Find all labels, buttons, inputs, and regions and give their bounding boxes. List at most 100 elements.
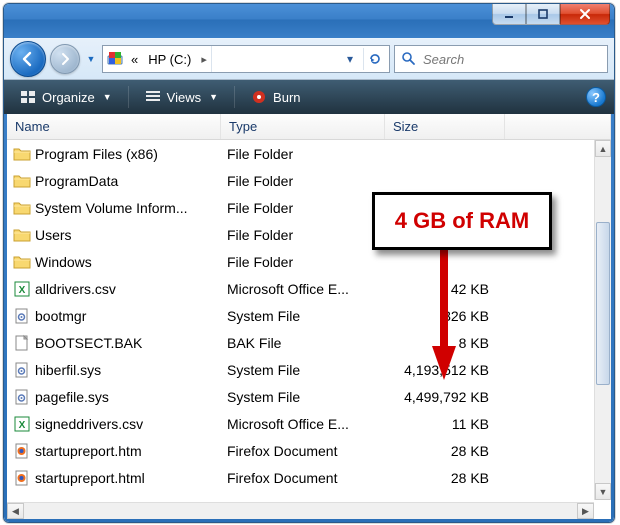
file-type: System File — [221, 302, 385, 329]
folder-icon — [13, 145, 31, 163]
scroll-track[interactable] — [595, 157, 611, 483]
breadcrumb-prefix: « — [127, 46, 144, 72]
file-size — [385, 167, 505, 194]
sys-icon — [13, 388, 31, 406]
horizontal-scrollbar[interactable]: ◀ ▶ — [7, 502, 594, 519]
folder-icon — [13, 253, 31, 271]
close-button[interactable] — [560, 3, 610, 25]
scroll-up-arrow-icon[interactable]: ▲ — [595, 140, 611, 157]
file-row[interactable]: Windows File Folder — [7, 248, 611, 275]
file-row[interactable]: ProgramData File Folder — [7, 167, 611, 194]
scroll-down-arrow-icon[interactable]: ▼ — [595, 483, 611, 500]
search-icon — [401, 51, 417, 67]
excel-icon: X — [13, 415, 31, 433]
file-row[interactable]: startupreport.htmFirefox Document28 KB — [7, 437, 611, 464]
column-header-type[interactable]: Type — [221, 114, 385, 139]
organize-label: Organize — [42, 90, 95, 105]
burn-icon — [251, 89, 267, 105]
file-name: hiberfil.sys — [35, 362, 101, 378]
file-icon — [13, 334, 31, 352]
file-row[interactable]: Program Files (x86)File Folder — [7, 140, 611, 167]
file-name: Program Files (x86) — [35, 146, 158, 162]
back-button[interactable] — [10, 41, 46, 77]
file-type: File Folder — [221, 167, 385, 194]
file-type: File Folder — [221, 194, 385, 221]
window-controls — [492, 3, 610, 25]
refresh-button[interactable] — [363, 48, 385, 70]
scroll-thumb[interactable] — [596, 222, 610, 385]
file-type: File Folder — [221, 248, 385, 275]
help-button[interactable]: ? — [586, 87, 606, 107]
address-bar-buttons: ▾ — [211, 46, 389, 72]
scroll-track[interactable] — [24, 503, 577, 519]
file-row[interactable]: startupreport.html Firefox Document28 KB — [7, 464, 611, 491]
breadcrumb-arrow-icon[interactable]: ▸ — [197, 53, 211, 66]
file-row[interactable]: bootmgrSystem File326 KB — [7, 302, 611, 329]
chevron-down-icon: ▼ — [103, 92, 112, 102]
burn-button[interactable]: Burn — [243, 85, 308, 109]
vertical-scrollbar[interactable]: ▲ ▼ — [594, 140, 611, 500]
file-row[interactable]: BOOTSECT.BAKBAK File8 KB — [7, 329, 611, 356]
file-type: BAK File — [221, 329, 385, 356]
title-bar — [4, 4, 614, 38]
sys-icon — [13, 307, 31, 325]
file-name: System Volume Inform... — [35, 200, 188, 216]
forward-button[interactable] — [50, 44, 80, 74]
annotation-callout: 4 GB of RAM — [372, 192, 552, 250]
column-header-size[interactable]: Size — [385, 114, 505, 139]
file-type: Firefox Document — [221, 437, 385, 464]
file-size: 11 KB — [385, 410, 505, 437]
file-name: alldrivers.csv — [35, 281, 116, 297]
address-dropdown-icon[interactable]: ▾ — [339, 48, 361, 70]
explorer-window: ▼ « HP (C:) ▸ ▾ — [3, 3, 615, 523]
svg-text:X: X — [19, 285, 26, 296]
nav-history-dropdown[interactable]: ▼ — [84, 48, 98, 70]
help-icon: ? — [592, 90, 600, 105]
toolbar-separator — [128, 86, 129, 108]
file-name: Windows — [35, 254, 92, 270]
column-header-spacer — [505, 114, 611, 139]
views-menu[interactable]: Views ▼ — [137, 85, 226, 109]
file-name: Users — [35, 227, 72, 243]
burn-label: Burn — [273, 90, 300, 105]
column-header-name[interactable]: Name — [7, 114, 221, 139]
file-name: signeddrivers.csv — [35, 416, 143, 432]
annotation-text: 4 GB of RAM — [395, 208, 529, 234]
file-name: BOOTSECT.BAK — [35, 335, 142, 351]
search-placeholder: Search — [423, 52, 464, 67]
file-name: startupreport.htm — [35, 443, 142, 459]
chevron-down-icon: ▼ — [209, 92, 218, 102]
maximize-button[interactable] — [526, 3, 560, 25]
scroll-right-arrow-icon[interactable]: ▶ — [577, 503, 594, 519]
command-bar: Organize ▼ Views ▼ Burn ? — [4, 80, 614, 114]
file-row[interactable]: Xalldrivers.csvMicrosoft Office E...42 K… — [7, 275, 611, 302]
file-type: Firefox Document — [221, 464, 385, 491]
minimize-button[interactable] — [492, 3, 526, 25]
file-name: pagefile.sys — [35, 389, 109, 405]
address-bar[interactable]: « HP (C:) ▸ ▾ — [102, 45, 390, 73]
search-box[interactable]: Search — [394, 45, 608, 73]
file-type: Microsoft Office E... — [221, 410, 385, 437]
file-size: 28 KB — [385, 464, 505, 491]
column-headers: Name Type Size — [7, 114, 611, 140]
breadcrumb-location[interactable]: HP (C:) — [144, 46, 197, 72]
file-type: File Folder — [221, 221, 385, 248]
file-name: bootmgr — [35, 308, 86, 324]
views-icon — [145, 89, 161, 105]
file-type: Microsoft Office E... — [221, 275, 385, 302]
annotation-arrow-icon — [432, 250, 456, 380]
organize-icon — [20, 89, 36, 105]
file-name: startupreport.html — [35, 470, 145, 486]
file-type: System File — [221, 356, 385, 383]
file-row[interactable]: Xsigneddrivers.csv Microsoft Office E...1… — [7, 410, 611, 437]
toolbar-separator — [234, 86, 235, 108]
file-row[interactable]: hiberfil.sysSystem File4,193,512 KB — [7, 356, 611, 383]
folder-icon — [13, 172, 31, 190]
file-name: ProgramData — [35, 173, 118, 189]
file-row[interactable]: pagefile.sysSystem File4,499,792 KB — [7, 383, 611, 410]
organize-menu[interactable]: Organize ▼ — [12, 85, 120, 109]
scroll-left-arrow-icon[interactable]: ◀ — [7, 503, 24, 519]
excel-icon: X — [13, 280, 31, 298]
sys-icon — [13, 361, 31, 379]
folder-icon — [13, 226, 31, 244]
